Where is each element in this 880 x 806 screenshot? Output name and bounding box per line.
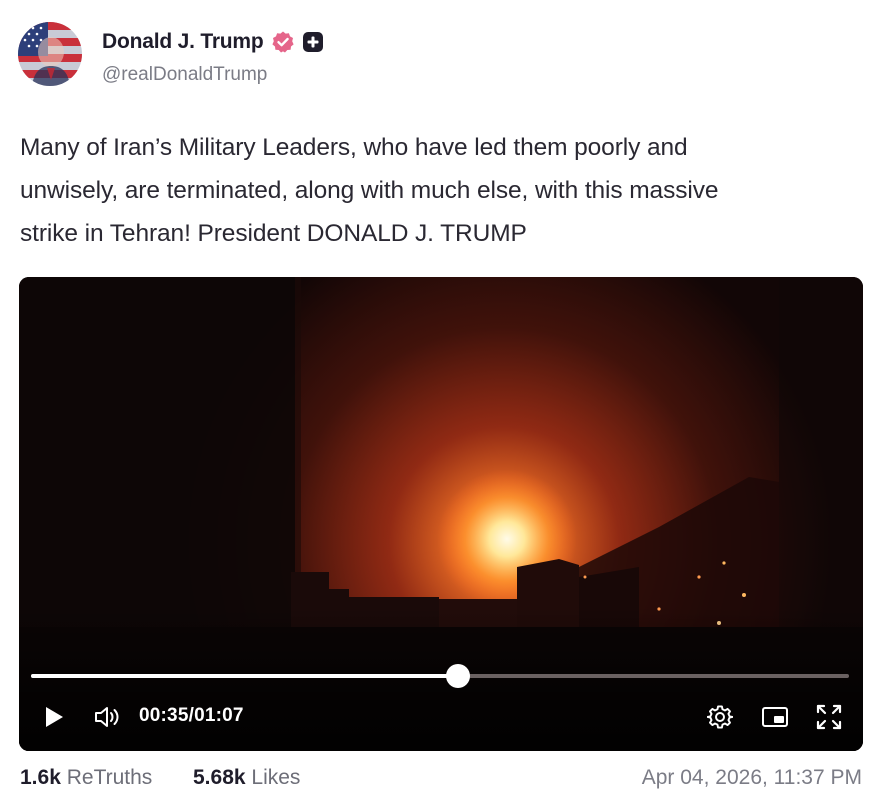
settings-button[interactable]	[707, 704, 733, 730]
avatar[interactable]	[18, 22, 82, 86]
play-button[interactable]	[43, 705, 65, 729]
picture-in-picture-icon	[761, 705, 789, 729]
likes-label: Likes	[251, 766, 301, 789]
video-player[interactable]: 00:35/01:07	[19, 277, 863, 751]
video-controls: 00:35/01:07	[19, 697, 863, 737]
truth-post: Donald J. Trump @realDonaldTrump Many of…	[0, 0, 880, 806]
display-name[interactable]: Donald J. Trump	[102, 30, 264, 54]
retruths-stat[interactable]: 1.6k ReTruths	[20, 766, 152, 790]
post-timestamp[interactable]: Apr 04, 2026, 11:37 PM	[642, 766, 862, 790]
fullscreen-icon	[816, 704, 842, 730]
likes-count: 5.68k	[193, 766, 246, 789]
verified-badge-icon	[271, 30, 295, 54]
current-time: 00:35	[139, 705, 189, 726]
video-time-display: 00:35/01:07	[139, 705, 244, 727]
play-icon	[43, 705, 65, 729]
retruths-label: ReTruths	[66, 766, 153, 789]
video-progress-fill	[31, 674, 458, 678]
likes-stat[interactable]: 5.68k Likes	[193, 766, 300, 790]
duration: 01:07	[194, 705, 244, 726]
retruths-count: 1.6k	[20, 766, 61, 789]
settings-icon	[707, 704, 733, 730]
post-text: Many of Iran’s Military Leaders, who hav…	[20, 134, 719, 247]
fullscreen-button[interactable]	[816, 704, 842, 730]
plus-badge-icon	[302, 31, 324, 53]
picture-in-picture-button[interactable]	[761, 705, 789, 729]
video-progress-thumb[interactable]	[445, 664, 470, 688]
post-footer: 1.6k ReTruths 5.68k Likes Apr 04, 2026, …	[20, 766, 862, 796]
volume-button[interactable]	[93, 704, 123, 730]
volume-icon	[93, 704, 123, 730]
video-frame[interactable]	[19, 277, 863, 751]
author-handle[interactable]: @realDonaldTrump	[102, 64, 267, 86]
flag-portrait-icon	[18, 22, 82, 86]
video-progress-bar[interactable]	[31, 664, 849, 688]
author-name-row: Donald J. Trump	[102, 28, 324, 56]
